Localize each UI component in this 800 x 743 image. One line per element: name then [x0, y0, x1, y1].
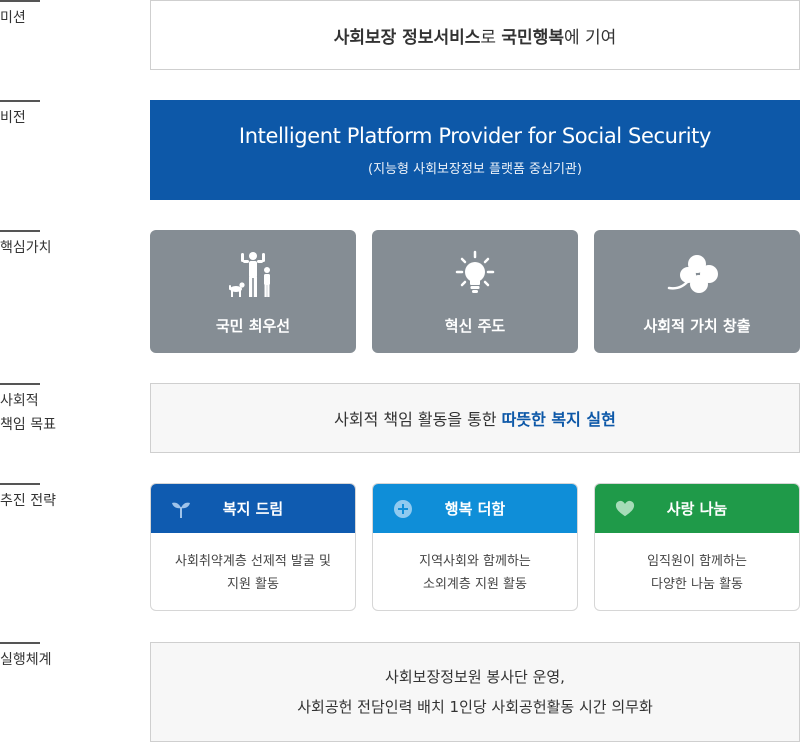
section-label-vision: 비전 [0, 100, 140, 130]
csr-goal-box: 사회적 책임 활동을 통한 따뜻한 복지 실현 [150, 383, 800, 453]
sprout-icon [171, 499, 191, 519]
lightbulb-icon [448, 248, 502, 302]
section-label-text: 추진 전략 [0, 493, 56, 509]
vision-box: Intelligent Platform Provider for Social… [150, 100, 800, 200]
core-value-card: 혁신 주도 [372, 230, 578, 353]
section-divider [0, 483, 40, 485]
csr-goal-highlight: 따뜻한 복지 실현 [501, 410, 616, 429]
family-icon [226, 248, 280, 302]
section-divider [0, 383, 40, 385]
mission-text-bold: 국민행복 [501, 27, 564, 48]
section-label-mission: 미션 [0, 0, 140, 30]
section-label-text: 핵심가치 [0, 240, 52, 256]
strategy-card: 사랑 나눔 임직원이 함께하는 다양한 나눔 활동 [594, 483, 800, 611]
core-value-card: 국민 최우선 [150, 230, 356, 353]
strategy-header: 복지 드림 [151, 484, 355, 533]
section-divider [0, 100, 40, 102]
mission-text: 로 [480, 27, 502, 48]
clover-icon [667, 248, 727, 302]
section-label-text: 실행체계 [0, 652, 52, 668]
section-divider [0, 230, 40, 232]
mission-statement: 사회보장 정보서비스로 국민행복에 기여 [334, 23, 617, 48]
section-divider [0, 642, 40, 644]
core-value-card: 사회적 가치 창출 [594, 230, 800, 353]
strategy-description: 사회취약계층 선제적 발굴 및 지원 활동 [175, 554, 331, 592]
plus-circle-icon [393, 499, 413, 519]
strategy-card: 복지 드림 사회취약계층 선제적 발굴 및 지원 활동 [150, 483, 356, 611]
section-label-text: 미션 [0, 10, 26, 26]
section-label-core-values: 핵심가치 [0, 230, 140, 260]
core-value-label: 국민 최우선 [215, 317, 291, 335]
csr-goal-text: 사회적 책임 활동을 통한 [334, 410, 502, 429]
strategy-card: 행복 더함 지역사회와 함께하는 소외계층 지원 활동 [372, 483, 578, 611]
execution-box: 사회보장정보원 봉사단 운영, 사회공헌 전담인력 배치 1인당 사회공헌활동 … [150, 642, 800, 742]
mission-text-bold: 사회보장 정보서비스 [333, 27, 481, 48]
vision-korean: (지능형 사회보장정보 플랫폼 중심기관) [368, 161, 582, 177]
core-value-label: 사회적 가치 창출 [643, 317, 751, 335]
strategy-header: 사랑 나눔 [595, 484, 799, 533]
strategy-description: 지역사회와 함께하는 소외계층 지원 활동 [419, 554, 531, 592]
execution-text: 사회보장정보원 봉사단 운영, 사회공헌 전담인력 배치 1인당 사회공헌활동 … [297, 668, 653, 716]
section-label-text: 사회적 책임 목표 [0, 393, 56, 433]
strategy-description: 임직원이 함께하는 다양한 나눔 활동 [647, 554, 747, 592]
strategy-header: 행복 더함 [373, 484, 577, 533]
section-label-execution: 실행체계 [0, 642, 140, 672]
heart-icon [615, 499, 635, 519]
mission-text: 에 기여 [563, 27, 617, 48]
section-label-csr-goal: 사회적 책임 목표 [0, 383, 140, 437]
section-label-strategy: 추진 전략 [0, 483, 140, 513]
section-divider [0, 0, 40, 2]
section-label-text: 비전 [0, 110, 26, 126]
core-value-label: 혁신 주도 [444, 317, 506, 335]
csr-goal-statement: 사회적 책임 활동을 통한 따뜻한 복지 실현 [334, 406, 616, 430]
mission-box: 사회보장 정보서비스로 국민행복에 기여 [150, 0, 800, 70]
vision-english: Intelligent Platform Provider for Social… [238, 123, 712, 148]
